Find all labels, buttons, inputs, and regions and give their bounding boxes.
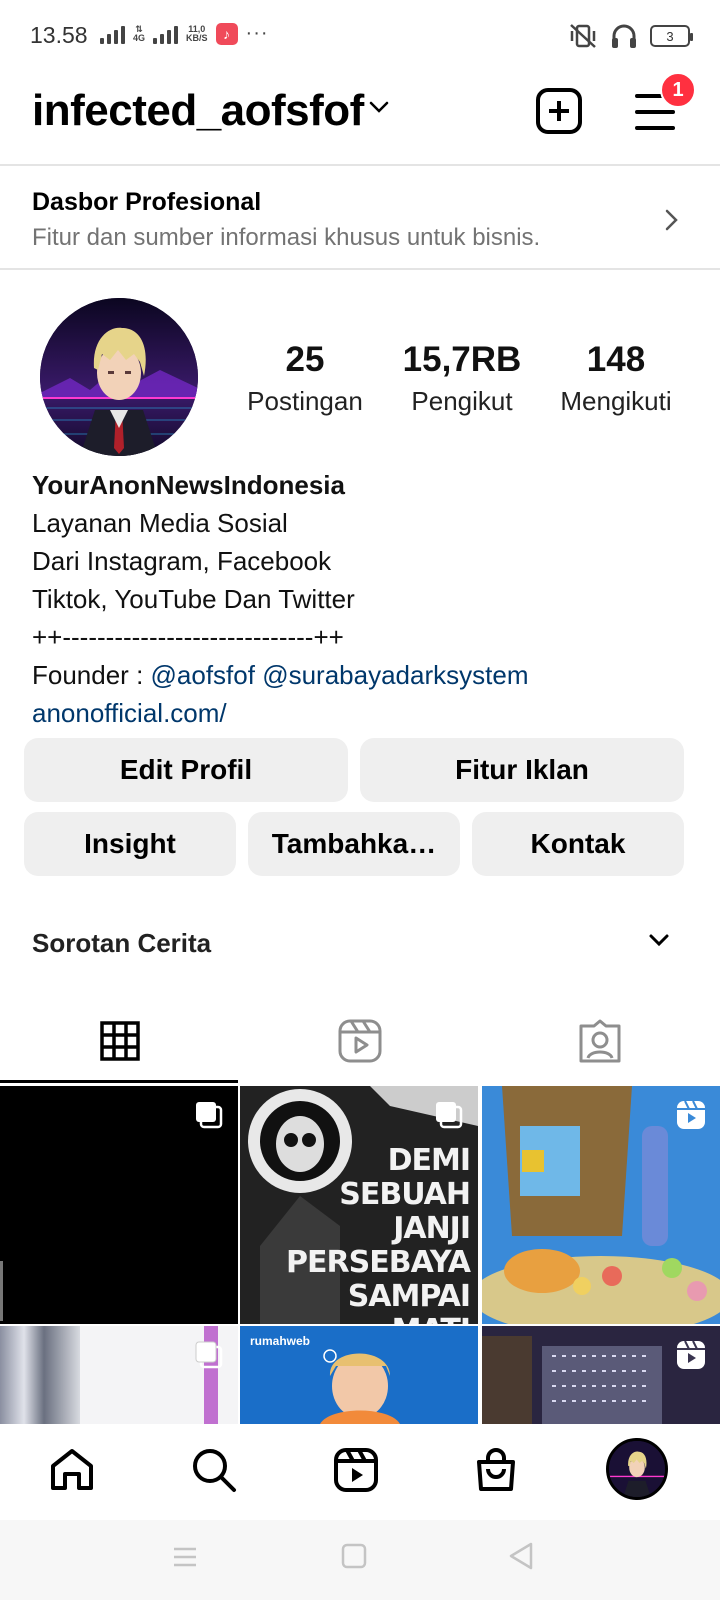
bio-line: Tiktok, YouTube Dan Twitter <box>32 584 355 614</box>
carousel-icon <box>195 1341 223 1369</box>
grid-icon <box>100 1021 140 1061</box>
nav-shop[interactable] <box>466 1440 526 1500</box>
signal-2-icon <box>153 24 179 44</box>
status-time: 13.58 <box>30 22 88 48</box>
stat-followers-value: 15,7RB <box>402 340 522 379</box>
add-button[interactable]: Tambahka… <box>248 812 460 876</box>
more-notifications-icon: ··· <box>245 22 269 44</box>
contact-button[interactable]: Kontak <box>472 812 684 876</box>
founder-prefix: Founder : <box>32 660 151 690</box>
recent-apps-icon[interactable] <box>172 1544 198 1570</box>
edit-profile-button[interactable]: Edit Profil <box>24 738 348 802</box>
stat-posts-value: 25 <box>285 340 325 379</box>
nav-reels[interactable] <box>326 1440 386 1500</box>
account-switch-chevron-icon[interactable] <box>368 96 390 118</box>
bottom-navigation <box>0 1424 720 1520</box>
post-overlay-text: DEMI SEBUAH JANJI PERSEBAYA SAMPAI MATI <box>286 1143 471 1325</box>
signal-icon <box>100 24 125 44</box>
back-icon[interactable] <box>508 1542 534 1570</box>
profile-header: infected_aofsfof <box>0 72 720 166</box>
divider <box>0 164 720 166</box>
chevron-down-icon[interactable] <box>648 932 670 948</box>
post-thumbnail[interactable]: DEMI SEBUAH JANJI PERSEBAYA SAMPAI MATI <box>240 1086 478 1324</box>
nav-search[interactable] <box>184 1440 244 1500</box>
post-thumbnail[interactable] <box>0 1326 238 1424</box>
professional-dashboard-row[interactable]: Dasbor Profesional Fitur dan sumber info… <box>0 168 720 272</box>
stat-following[interactable]: 148 Mengikuti <box>546 340 686 417</box>
bio-line: Dari Instagram, Facebook <box>32 546 332 576</box>
reels-icon <box>334 1448 378 1492</box>
story-highlights-label[interactable]: Sorotan Cerita <box>32 928 211 959</box>
profile-tabs <box>0 1000 720 1082</box>
profile-display-name: YourAnonNewsIndonesia <box>32 470 345 500</box>
carousel-icon <box>436 1102 463 1129</box>
stat-posts-label: Postingan <box>247 386 363 416</box>
home-icon <box>51 1449 93 1490</box>
stat-posts[interactable]: 25 Postingan <box>240 340 370 417</box>
system-navigation-bar <box>0 1520 720 1600</box>
dashboard-subtitle: Fitur dan sumber informasi khusus untuk … <box>32 224 541 251</box>
nav-home[interactable] <box>42 1440 102 1500</box>
website-link[interactable]: anonofficial.com/ <box>32 694 692 732</box>
mention-link[interactable]: @aofsfof <box>151 660 255 690</box>
bio-founder-line: Founder : @aofsfof @surabayadarksystem <box>32 656 692 694</box>
carousel-icon <box>196 1102 223 1129</box>
ad-tools-button[interactable]: Fitur Iklan <box>360 738 684 802</box>
stat-followers-label: Pengikut <box>411 386 513 416</box>
headphones-icon <box>612 24 636 48</box>
tab-tagged[interactable] <box>480 1000 720 1082</box>
status-bar: 13.58 ⇅ 4G 11,0 KB/S ♪ ··· 3 <box>0 0 720 72</box>
avatar-thumbnail <box>609 1441 665 1497</box>
stat-following-value: 148 <box>586 340 646 379</box>
status-icons-left: ⇅ 4G 11,0 KB/S ♪ ··· <box>100 22 269 45</box>
post-thumbnail[interactable] <box>0 1086 238 1324</box>
bio-line: ++-----------------------------++ <box>32 622 344 652</box>
battery-icon: 3 <box>650 25 693 47</box>
profile-avatar[interactable] <box>40 298 198 456</box>
insight-button[interactable]: Insight <box>24 812 236 876</box>
active-tab-indicator <box>0 1080 238 1083</box>
mention-link[interactable]: @surabayadarksystem <box>262 660 528 690</box>
tab-reels[interactable] <box>240 1000 480 1082</box>
profile-bio: YourAnonNewsIndonesia Layanan Media Sosi… <box>32 466 692 732</box>
dashboard-title: Dasbor Profesional <box>32 188 262 216</box>
tagged-icon <box>579 1019 621 1063</box>
reel-icon <box>677 1100 705 1129</box>
stat-following-label: Mengikuti <box>560 386 672 416</box>
username-title[interactable]: infected_aofsfof <box>32 86 364 136</box>
network-type-icon: ⇅ 4G <box>133 23 146 43</box>
reels-icon <box>338 1019 382 1063</box>
search-icon <box>193 1449 236 1492</box>
music-app-icon: ♪ <box>215 22 238 45</box>
post-thumbnail[interactable]: rumahweb <box>240 1326 478 1424</box>
status-icons-right: 3 <box>568 22 693 50</box>
new-post-button[interactable] <box>536 88 582 134</box>
notification-badge: 1 <box>660 72 696 108</box>
divider <box>0 268 720 270</box>
shopping-bag-icon <box>477 1448 515 1491</box>
tab-grid[interactable] <box>0 1000 240 1082</box>
bio-line: Layanan Media Sosial <box>32 508 288 538</box>
chevron-right-icon <box>665 209 678 231</box>
nav-profile-avatar[interactable] <box>606 1438 668 1500</box>
stat-followers[interactable]: 15,7RB Pengikut <box>392 340 532 417</box>
network-speed: 11,0 KB/S <box>186 23 208 43</box>
reel-icon <box>677 1340 705 1369</box>
post-thumbnail[interactable] <box>482 1326 720 1424</box>
vibrate-off-icon <box>570 24 596 48</box>
home-system-icon[interactable] <box>341 1543 367 1569</box>
post-image <box>320 1349 400 1424</box>
post-thumbnail[interactable] <box>482 1086 720 1324</box>
